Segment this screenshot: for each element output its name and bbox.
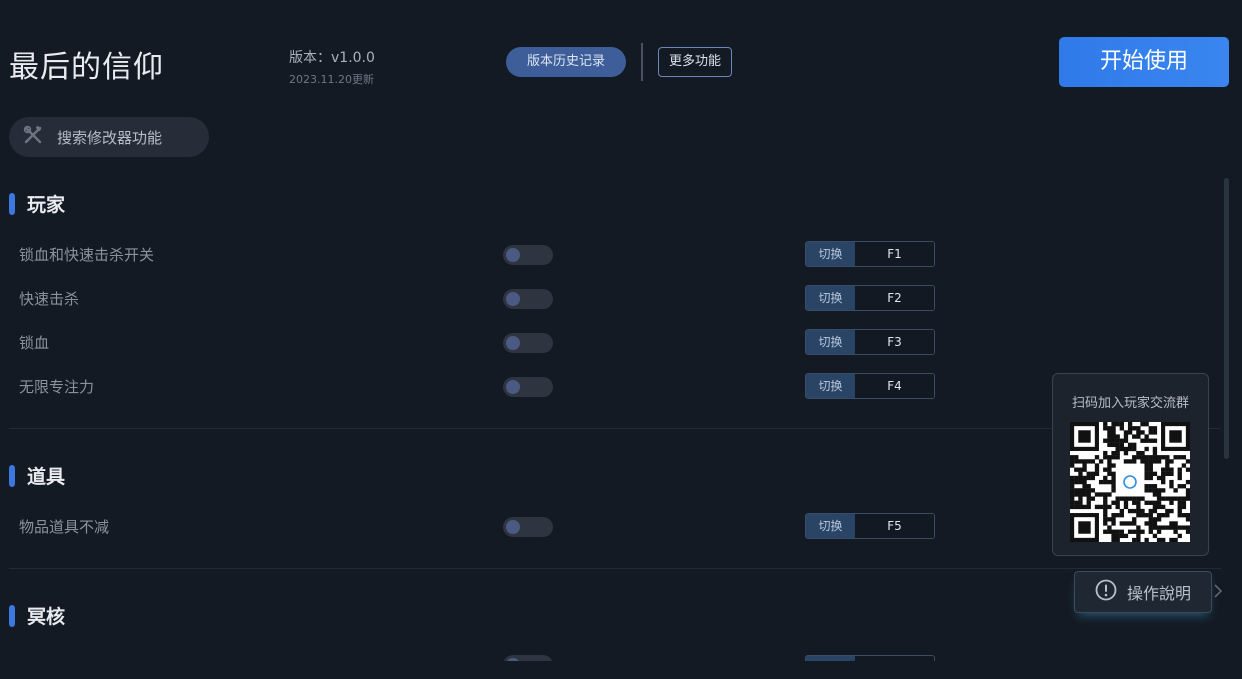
toggle-knob [506, 336, 520, 350]
hotkey-binding[interactable]: 切换 F5 [805, 513, 935, 539]
feature-toggle[interactable] [503, 289, 553, 309]
hotkey-key[interactable] [855, 656, 934, 661]
hotkey-key[interactable]: F4 [855, 374, 934, 398]
more-features-button[interactable]: 更多功能 [658, 47, 732, 77]
feature-label: 物品道具不减 [19, 518, 110, 536]
hotkey-key[interactable]: F1 [855, 242, 934, 266]
feature-toggle[interactable] [503, 377, 553, 397]
hotkey-binding[interactable]: 切换 F1 [805, 241, 935, 267]
hotkey-key[interactable]: F2 [855, 286, 934, 310]
section-title: 冥核 [27, 606, 66, 628]
exclamation-circle-icon [1095, 579, 1117, 605]
feature-toggle[interactable] [503, 245, 553, 265]
start-button[interactable]: 开始使用 [1059, 37, 1229, 87]
version-date: 2023.11.20更新 [289, 73, 374, 86]
feature-toggle[interactable] [503, 517, 553, 537]
toggle-knob [506, 520, 520, 534]
section-header-core: 冥核 [9, 602, 65, 629]
tools-icon [23, 125, 43, 149]
toggle-knob [506, 380, 520, 394]
toggle-knob [506, 248, 520, 262]
hotkey-binding[interactable]: 切换 F2 [805, 285, 935, 311]
feature-label: 锁血和快速击杀开关 [19, 246, 155, 264]
version-history-button[interactable]: 版本历史记录 [506, 47, 626, 77]
hotkey-key[interactable]: F3 [855, 330, 934, 354]
chevron-right-icon[interactable] [1213, 583, 1223, 603]
section-header-player: 玩家 [9, 190, 65, 217]
version-label: 版本：v1.0.0 [289, 50, 375, 66]
toggle-knob [506, 658, 520, 661]
version-info: 版本：v1.0.0 2023.11.20更新 [289, 47, 375, 87]
section-title: 道具 [27, 466, 66, 488]
help-button[interactable]: 操作說明 [1074, 571, 1212, 613]
feature-row: 无限专注力 切换 F4 [0, 373, 1000, 403]
header-divider [641, 43, 643, 81]
search-input[interactable]: 搜索修改器功能 [9, 117, 209, 157]
section-header-items: 道具 [9, 462, 65, 489]
trainer-window: 最后的信仰 版本：v1.0.0 2023.11.20更新 版本历史记录 更多功能… [0, 0, 1242, 679]
section-accent-bar [9, 464, 15, 487]
feature-row: 物品道具不减 切换 F5 [0, 513, 1000, 543]
hotkey-binding[interactable]: 切换 F3 [805, 329, 935, 355]
qr-panel: 扫码加入玩家交流群 [1052, 373, 1209, 556]
feature-row-partial [0, 655, 1000, 661]
hotkey-action: 切换 [806, 514, 855, 538]
hotkey-action [806, 656, 855, 661]
hotkey-binding[interactable] [805, 655, 935, 661]
search-placeholder: 搜索修改器功能 [57, 128, 163, 147]
hotkey-action: 切换 [806, 242, 855, 266]
hotkey-key[interactable]: F5 [855, 514, 934, 538]
hotkey-action: 切换 [806, 330, 855, 354]
feature-label: 快速击杀 [19, 290, 80, 308]
section-accent-bar [9, 604, 15, 627]
feature-row: 锁血 切换 F3 [0, 329, 1000, 359]
hotkey-binding[interactable]: 切换 F4 [805, 373, 935, 399]
hotkey-action: 切换 [806, 374, 855, 398]
scrollbar[interactable] [1224, 178, 1229, 459]
hotkey-action: 切换 [806, 286, 855, 310]
section-divider [9, 428, 1221, 429]
help-label: 操作說明 [1127, 584, 1192, 603]
qr-code-image [1070, 422, 1191, 543]
feature-toggle[interactable] [503, 333, 553, 353]
feature-row: 锁血和快速击杀开关 切换 F1 [0, 241, 1000, 271]
feature-label: 无限专注力 [19, 378, 95, 396]
toggle-knob [506, 292, 520, 306]
section-title: 玩家 [27, 194, 66, 216]
section-divider [9, 568, 1221, 569]
app-title: 最后的信仰 [9, 50, 164, 85]
section-accent-bar [9, 192, 15, 215]
feature-label: 锁血 [19, 334, 50, 352]
feature-row: 快速击杀 切换 F2 [0, 285, 1000, 315]
qr-caption: 扫码加入玩家交流群 [1071, 396, 1189, 411]
feature-toggle[interactable] [503, 655, 553, 661]
